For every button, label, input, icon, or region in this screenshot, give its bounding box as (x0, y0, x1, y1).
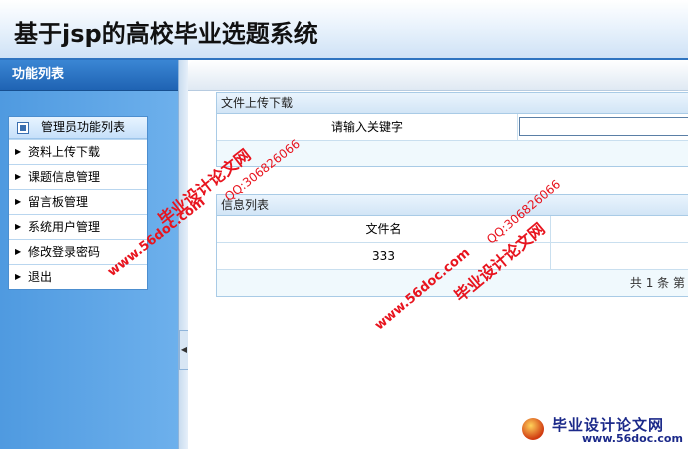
menu-item-label: 课题信息管理 (28, 170, 101, 184)
menu-item-logout[interactable]: ▶ 退出 (9, 264, 147, 289)
menu-item-file-upload-download[interactable]: ▶ 资料上传下载 (9, 139, 147, 164)
menu-header-label: 管理员功能列表 (41, 120, 126, 134)
arrow-right-icon: ▶ (15, 197, 22, 206)
info-list-title: 信息列表 (217, 195, 688, 216)
menu-item-topic-management[interactable]: ▶ 课题信息管理 (9, 164, 147, 189)
upload-panel-title: 文件上传下载 (217, 93, 688, 114)
menu-item-message-board[interactable]: ▶ 留言板管理 (9, 189, 147, 214)
upload-panel: 文件上传下载 请输入关键字 (216, 92, 688, 167)
cell-divider (517, 114, 518, 140)
arrow-right-icon: ▶ (15, 147, 22, 156)
table-cell-filename: 333 (372, 249, 395, 263)
menu-item-label: 退出 (28, 270, 53, 284)
menu-item-system-users[interactable]: ▶ 系统用户管理 (9, 214, 147, 239)
keyword-row: 请输入关键字 (217, 114, 688, 141)
menu-header[interactable]: 管理员功能列表 (9, 117, 147, 139)
content-tabbar (188, 60, 688, 91)
main-content: 文件上传下载 请输入关键字 信息列表 文件名 333 共 1 条 第 (188, 60, 688, 449)
menu-item-label: 资料上传下载 (28, 145, 101, 159)
column-header-filename: 文件名 (365, 222, 402, 236)
arrow-right-icon: ▶ (15, 247, 22, 256)
logo-text-en: www.56doc.com (582, 432, 683, 445)
table-row[interactable]: 333 (217, 243, 688, 270)
cell-divider (550, 216, 551, 242)
arrow-right-icon: ▶ (15, 272, 22, 281)
arrow-right-icon: ▶ (15, 172, 22, 181)
keyword-input[interactable] (519, 117, 688, 136)
logo-ball-icon (522, 418, 544, 440)
info-list-panel: 信息列表 文件名 333 共 1 条 第 (216, 194, 688, 297)
menu-item-label: 留言板管理 (28, 195, 89, 209)
arrow-right-icon: ▶ (15, 222, 22, 231)
cell-divider (550, 243, 551, 269)
arrow-left-icon: ◀ (180, 345, 188, 354)
menu-item-label: 修改登录密码 (28, 245, 101, 259)
keyword-label: 请输入关键字 (330, 120, 403, 134)
sidebar-title: 功能列表 (0, 60, 178, 91)
pagination-info: 共 1 条 第 (217, 270, 688, 296)
menu-item-change-password[interactable]: ▶ 修改登录密码 (9, 239, 147, 264)
admin-menu: 管理员功能列表 ▶ 资料上传下载 ▶ 课题信息管理 ▶ 留言板管理 ▶ 系统用户… (8, 116, 148, 290)
table-header-row: 文件名 (217, 216, 688, 243)
form-spacer-row (217, 141, 688, 166)
menu-item-label: 系统用户管理 (28, 220, 101, 234)
app-header: 基于jsp的高校毕业选题系统 (0, 0, 688, 60)
menu-icon (17, 122, 29, 134)
page-title: 基于jsp的高校毕业选题系统 (14, 20, 318, 48)
